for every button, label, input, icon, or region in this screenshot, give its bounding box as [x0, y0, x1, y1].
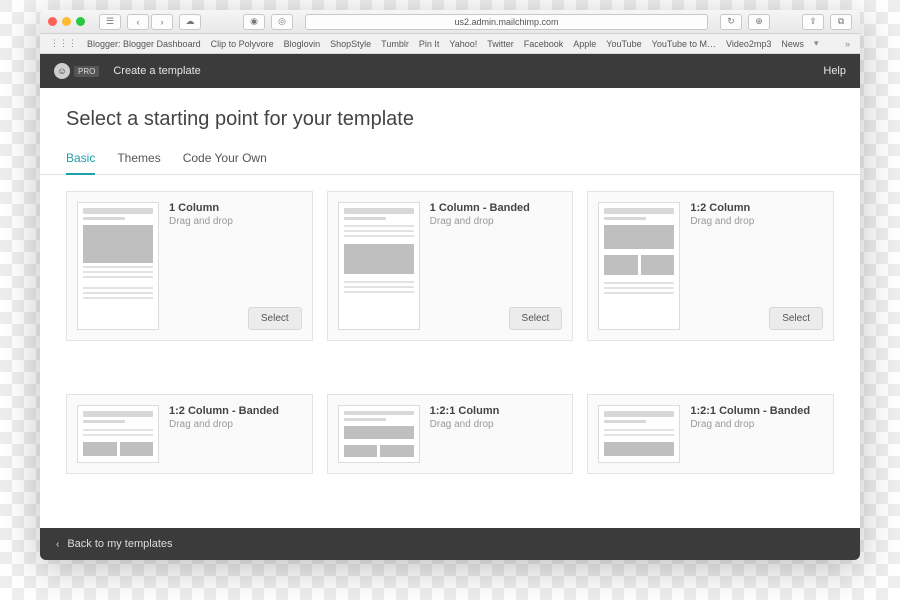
- page-content: Select a starting point for your templat…: [40, 88, 860, 528]
- template-card: 1 Column - Banded Drag and drop Select: [327, 191, 574, 341]
- back-link[interactable]: Back to my templates: [67, 538, 172, 550]
- bookmarks-overflow-icon[interactable]: »: [845, 39, 850, 49]
- close-icon[interactable]: [48, 17, 57, 26]
- template-thumbnail: [77, 202, 159, 330]
- pinterest-ext-icon[interactable]: ◉: [243, 14, 265, 30]
- template-card: 1:2:1 Column Drag and drop: [327, 394, 574, 474]
- template-title: 1 Column: [169, 202, 302, 214]
- reader-button[interactable]: ↻: [720, 14, 742, 30]
- address-bar[interactable]: us2.admin.mailchimp.com: [305, 14, 708, 30]
- pro-badge: PRO: [74, 66, 99, 77]
- bookmark-item[interactable]: Clip to Polyvore: [211, 39, 274, 49]
- app-header: ☺ PRO Create a template Help: [40, 54, 860, 88]
- tab-themes[interactable]: Themes: [117, 145, 160, 174]
- bookmark-item[interactable]: Yahoo!: [449, 39, 477, 49]
- bookmark-item[interactable]: Pin It: [419, 39, 440, 49]
- template-thumbnail: [338, 202, 420, 330]
- browser-window: ☰ ‹ › ☁ ◉ ◎ us2.admin.mailchimp.com ↻ ⊕ …: [40, 10, 860, 560]
- bookmark-item[interactable]: ShopStyle: [330, 39, 371, 49]
- template-subtitle: Drag and drop: [430, 216, 563, 227]
- bookmark-item[interactable]: Blogger: Blogger Dashboard: [87, 39, 201, 49]
- minimize-icon[interactable]: [62, 17, 71, 26]
- bookmark-item[interactable]: Apple: [573, 39, 596, 49]
- mailchimp-logo-icon: ☺: [54, 63, 70, 79]
- template-thumbnail: [77, 405, 159, 463]
- help-link[interactable]: Help: [823, 65, 846, 77]
- back-button[interactable]: ‹: [127, 14, 149, 30]
- template-card: 1:2 Column - Banded Drag and drop: [66, 394, 313, 474]
- template-subtitle: Drag and drop: [690, 419, 823, 430]
- bookmarks-bar: ⋮⋮⋮ Blogger: Blogger Dashboard Clip to P…: [40, 34, 860, 54]
- forward-button[interactable]: ›: [151, 14, 173, 30]
- chevron-left-icon: ‹: [56, 539, 59, 550]
- select-button[interactable]: Select: [509, 307, 563, 330]
- downloads-button[interactable]: ⊕: [748, 14, 770, 30]
- sidebar-toggle-button[interactable]: ☰: [99, 14, 121, 30]
- icloud-tabs-button[interactable]: ☁: [179, 14, 201, 30]
- template-title: 1:2 Column - Banded: [169, 405, 302, 417]
- template-card: 1:2:1 Column - Banded Drag and drop: [587, 394, 834, 474]
- bookmark-item[interactable]: News: [781, 39, 804, 49]
- bookmark-item[interactable]: Twitter: [487, 39, 514, 49]
- tab-code-your-own[interactable]: Code Your Own: [183, 145, 267, 174]
- tab-basic[interactable]: Basic: [66, 145, 95, 175]
- template-thumbnail: [598, 202, 680, 330]
- page-title: Select a starting point for your templat…: [40, 88, 860, 145]
- app-footer: ‹ Back to my templates: [40, 528, 860, 560]
- template-subtitle: Drag and drop: [169, 216, 302, 227]
- select-button[interactable]: Select: [248, 307, 302, 330]
- bookmark-item[interactable]: YouTube: [606, 39, 641, 49]
- bookmark-item[interactable]: Tumblr: [381, 39, 409, 49]
- template-card: 1 Column Drag and drop Select: [66, 191, 313, 341]
- apps-icon[interactable]: ⋮⋮⋮: [50, 38, 77, 49]
- zoom-icon[interactable]: [76, 17, 85, 26]
- tabs: Basic Themes Code Your Own: [40, 145, 860, 175]
- template-title: 1:2:1 Column: [430, 405, 563, 417]
- url-text: us2.admin.mailchimp.com: [454, 17, 558, 27]
- template-card: 1:2 Column Drag and drop Select: [587, 191, 834, 341]
- extension-icon[interactable]: ◎: [271, 14, 293, 30]
- bookmark-item[interactable]: Bloglovin: [284, 39, 321, 49]
- window-controls: [48, 17, 85, 26]
- template-title: 1:2 Column: [690, 202, 823, 214]
- share-button[interactable]: ⇪: [802, 14, 824, 30]
- template-subtitle: Drag and drop: [690, 216, 823, 227]
- titlebar: ☰ ‹ › ☁ ◉ ◎ us2.admin.mailchimp.com ↻ ⊕ …: [40, 10, 860, 34]
- bookmark-item[interactable]: Video2mp3: [726, 39, 771, 49]
- template-subtitle: Drag and drop: [169, 419, 302, 430]
- template-title: 1:2:1 Column - Banded: [690, 405, 823, 417]
- template-title: 1 Column - Banded: [430, 202, 563, 214]
- select-button[interactable]: Select: [769, 307, 823, 330]
- template-grid: 1 Column Drag and drop Select 1 Column -…: [40, 175, 860, 528]
- bookmark-item[interactable]: YouTube to M…: [652, 39, 716, 49]
- logo[interactable]: ☺ PRO: [54, 63, 99, 79]
- template-thumbnail: [338, 405, 420, 463]
- header-title: Create a template: [113, 65, 200, 77]
- template-thumbnail: [598, 405, 680, 463]
- template-subtitle: Drag and drop: [430, 419, 563, 430]
- tabs-button[interactable]: ⧉: [830, 14, 852, 30]
- bookmark-item[interactable]: Facebook: [524, 39, 564, 49]
